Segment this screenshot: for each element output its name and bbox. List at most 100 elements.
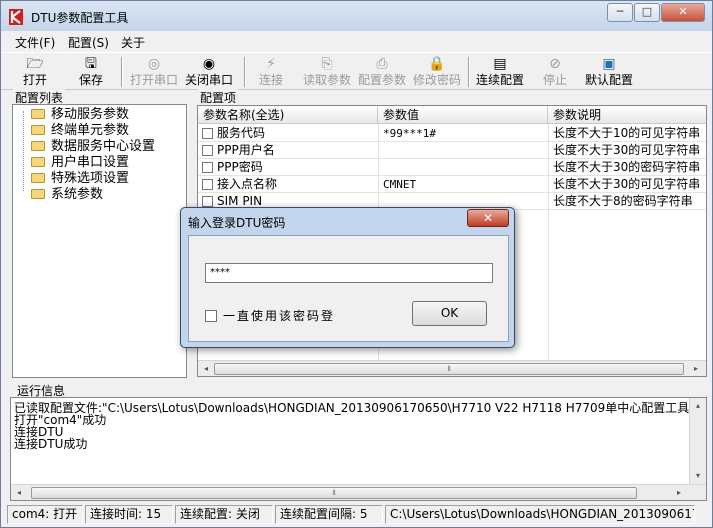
close-button[interactable]: ✕ bbox=[661, 3, 705, 22]
close-port-button[interactable]: ◉ 关闭串口 bbox=[182, 55, 236, 89]
menu-file[interactable]: 文件(F) bbox=[15, 34, 55, 51]
column-header-desc[interactable]: 参数说明 bbox=[548, 106, 706, 124]
open-button[interactable]: 🗁 打开 bbox=[15, 55, 55, 89]
param-value[interactable]: *99***1# bbox=[383, 125, 548, 142]
row-checkbox[interactable] bbox=[202, 128, 213, 139]
checkbox-box[interactable] bbox=[205, 310, 217, 322]
toolbar-separator bbox=[121, 57, 123, 87]
row-checkbox[interactable] bbox=[202, 145, 213, 156]
ok-button[interactable]: OK bbox=[412, 301, 487, 326]
save-button[interactable]: 🖫 保存 bbox=[71, 55, 111, 89]
table-row[interactable]: 接入点名称 CMNET 长度不大于30的可见字符串 bbox=[198, 176, 706, 193]
param-desc: 长度不大于8的密码字符串 bbox=[553, 194, 693, 208]
param-name-cell: PPP密码 bbox=[198, 159, 378, 176]
tree-item-label: 终端单元参数 bbox=[51, 123, 130, 138]
status-connect-time: 连接时间: 15 bbox=[85, 505, 173, 524]
tree-item-label: 移动服务参数 bbox=[51, 107, 130, 122]
tree-item-label: 特殊选项设置 bbox=[51, 171, 130, 186]
port-active-icon: ◉ bbox=[202, 56, 216, 72]
scroll-up-icon[interactable]: ▴ bbox=[690, 398, 706, 414]
menu-about[interactable]: 关于 bbox=[121, 34, 145, 51]
connect-button[interactable]: ⚡ 连接 bbox=[254, 55, 288, 89]
param-name: PPP用户名 bbox=[217, 143, 275, 157]
remember-password-label: 一直使用该密码登 bbox=[223, 309, 336, 323]
folder-icon bbox=[31, 173, 45, 183]
toolbar: 🗁 打开 🖫 保存 ◎ 打开串口 ◉ 关闭串口 ⚡ 连接 ⎘ 读取参数 ⎙ 配置… bbox=[1, 52, 712, 90]
default-config-button[interactable]: ▣ 默认配置 bbox=[582, 55, 636, 89]
change-password-button[interactable]: 🔒 修改密码 bbox=[410, 55, 464, 89]
open-port-label: 打开串口 bbox=[129, 73, 178, 87]
tree-item-terminal-unit[interactable]: 终端单元参数 bbox=[31, 123, 129, 139]
password-input[interactable]: **** bbox=[205, 263, 493, 283]
param-name: SIM PIN bbox=[217, 194, 263, 208]
config-params-button[interactable]: ⎙ 配置参数 bbox=[355, 55, 409, 89]
row-checkbox[interactable] bbox=[202, 196, 213, 207]
tree-line bbox=[23, 111, 24, 191]
column-header-value[interactable]: 参数值 bbox=[378, 106, 548, 124]
log-line: 连接DTU成功 bbox=[14, 437, 88, 451]
read-params-button[interactable]: ⎘ 读取参数 bbox=[300, 55, 354, 89]
dialog-title: 输入登录DTU密码 bbox=[188, 216, 286, 230]
stop-button[interactable]: ⊘ 停止 bbox=[539, 55, 571, 89]
remember-password-checkbox[interactable]: 一直使用该密码登 bbox=[205, 307, 335, 324]
scroll-left-icon[interactable]: ◂ bbox=[198, 361, 214, 376]
save-disk-icon: 🖫 bbox=[85, 56, 97, 72]
connect-icon: ⚡ bbox=[266, 56, 276, 72]
status-config-interval: 连续配置间隔: 5 bbox=[275, 505, 383, 524]
dialog-close-button[interactable]: ✕ bbox=[467, 209, 509, 227]
read-params-label: 读取参数 bbox=[302, 73, 351, 87]
menu-bar: 文件(F) 配置(S) 关于 bbox=[1, 31, 712, 51]
log-line: 已读取配置文件:"C:\Users\Lotus\Downloads\HONGDI… bbox=[14, 401, 707, 415]
maximize-button[interactable]: □ bbox=[634, 3, 660, 22]
window-title: DTU参数配置工具 bbox=[31, 11, 129, 25]
status-bar: com4: 打开 连接时间: 15 连续配置: 关闭 连续配置间隔: 5 C:\… bbox=[1, 503, 712, 527]
param-value[interactable] bbox=[383, 142, 548, 159]
scroll-right-icon[interactable]: ▸ bbox=[671, 485, 687, 500]
scroll-thumb[interactable]: ⦀ bbox=[214, 363, 684, 375]
port-disabled-icon: ◎ bbox=[147, 56, 161, 72]
title-bar[interactable]: DTU参数配置工具 ─ □ ✕ bbox=[1, 1, 712, 31]
grid-horizontal-scrollbar[interactable]: ◂ ⦀ ▸ bbox=[198, 360, 706, 376]
param-name: 接入点名称 bbox=[217, 177, 278, 191]
toolbar-separator bbox=[468, 57, 470, 87]
row-checkbox[interactable] bbox=[202, 179, 213, 190]
table-row[interactable]: PPP密码 长度不大于30的密码字符串 bbox=[198, 159, 706, 176]
row-checkbox[interactable] bbox=[202, 162, 213, 173]
status-continuous-config: 连续配置: 关闭 bbox=[175, 505, 273, 524]
folder-icon bbox=[31, 109, 45, 119]
log-vertical-scrollbar[interactable]: ▴ ▾ bbox=[689, 398, 706, 484]
default-config-icon: ▣ bbox=[602, 56, 616, 72]
tree-item-special-options[interactable]: 特殊选项设置 bbox=[31, 171, 129, 187]
tree-item-mobile-service[interactable]: 移动服务参数 bbox=[31, 107, 129, 123]
continuous-config-button[interactable]: ▤ 连续配置 bbox=[473, 55, 527, 89]
config-tree[interactable]: 移动服务参数 终端单元参数 数据服务中心设置 用户串口设置 特殊选项设置 系统参… bbox=[12, 104, 187, 378]
scroll-right-icon[interactable]: ▸ bbox=[688, 361, 704, 376]
open-port-button[interactable]: ◎ 打开串口 bbox=[127, 55, 181, 89]
tree-item-user-serial[interactable]: 用户串口设置 bbox=[31, 155, 129, 171]
read-params-icon: ⎘ bbox=[321, 56, 333, 72]
tree-item-data-center[interactable]: 数据服务中心设置 bbox=[31, 139, 155, 155]
status-port: com4: 打开 bbox=[7, 505, 83, 524]
column-header-name[interactable]: 参数名称(全选) bbox=[198, 106, 378, 124]
folder-icon bbox=[31, 125, 45, 135]
param-value[interactable] bbox=[383, 159, 548, 176]
param-desc: 长度不大于30的可见字符串 bbox=[553, 177, 701, 191]
table-row[interactable]: 服务代码 *99***1# 长度不大于10的可见字符串 bbox=[198, 125, 706, 142]
scroll-thumb[interactable]: ⦀ bbox=[31, 487, 637, 499]
save-label: 保存 bbox=[78, 73, 103, 87]
tree-item-system-params[interactable]: 系统参数 bbox=[31, 187, 103, 203]
param-value[interactable]: CMNET bbox=[383, 176, 548, 193]
folder-icon bbox=[31, 157, 45, 167]
status-file-path: C:\Users\Lotus\Downloads\HONGDIAN_201309… bbox=[385, 505, 695, 524]
scroll-left-icon[interactable]: ◂ bbox=[11, 485, 27, 500]
config-params-label: 配置参数 bbox=[357, 73, 406, 87]
open-folder-icon: 🗁 bbox=[26, 56, 44, 72]
log-output[interactable]: 已读取配置文件:"C:\Users\Lotus\Downloads\HONGDI… bbox=[10, 397, 707, 501]
log-horizontal-scrollbar[interactable]: ◂ ⦀ ▸ bbox=[11, 484, 706, 500]
menu-config[interactable]: 配置(S) bbox=[68, 34, 109, 51]
minimize-button[interactable]: ─ bbox=[607, 3, 633, 22]
scroll-down-icon[interactable]: ▾ bbox=[690, 468, 706, 484]
stop-label: 停止 bbox=[542, 73, 567, 87]
password-dialog: 输入登录DTU密码 ✕ **** 一直使用该密码登 OK bbox=[180, 207, 515, 348]
table-row[interactable]: PPP用户名 长度不大于30的可见字符串 bbox=[198, 142, 706, 159]
